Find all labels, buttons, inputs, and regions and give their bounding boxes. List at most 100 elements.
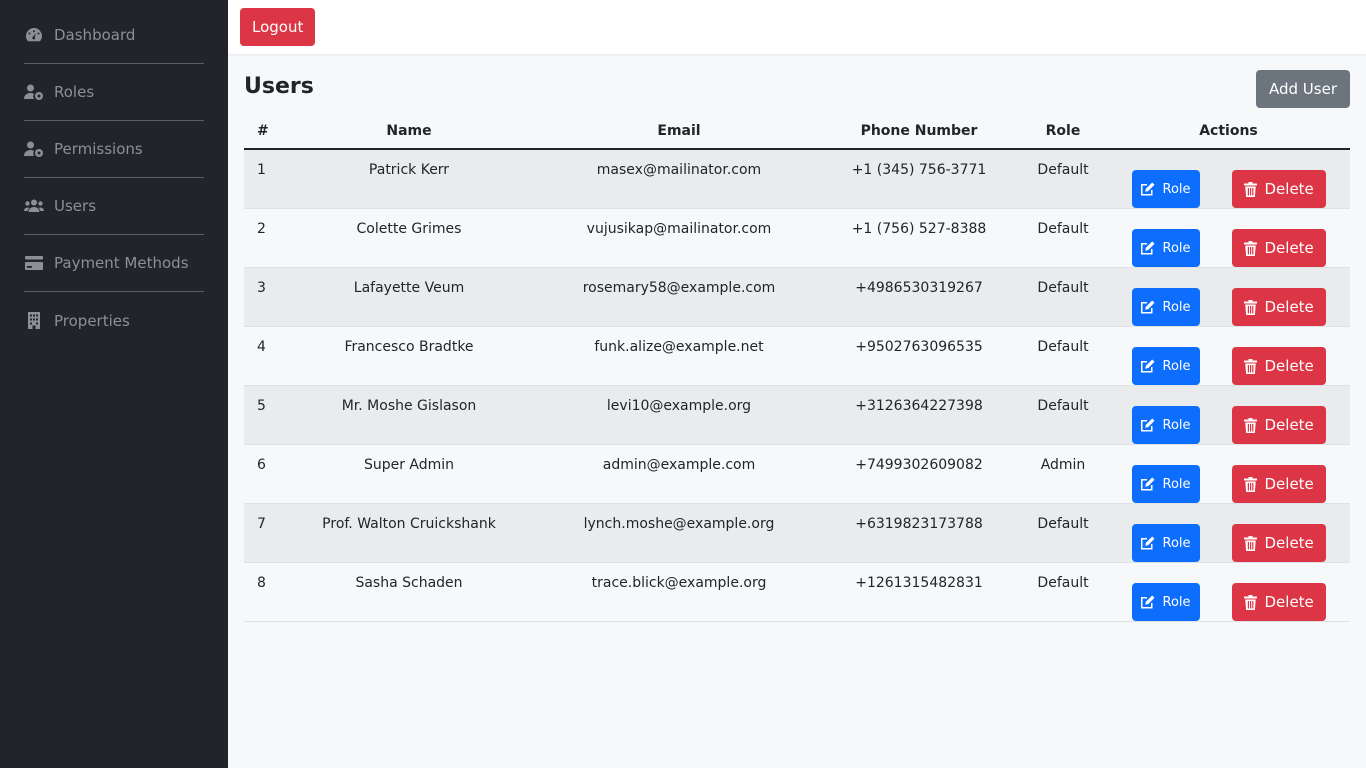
sidebar-item-label: Users xyxy=(54,197,97,215)
cell-phone: +1 (756) 527-8388 xyxy=(851,221,987,237)
delete-button-label: Delete xyxy=(1264,593,1314,611)
cell-number: 1 xyxy=(257,162,266,178)
edit-icon xyxy=(1140,477,1163,491)
edit-icon xyxy=(1140,536,1163,550)
cell-phone: +7499302609082 xyxy=(855,457,983,473)
edit-icon xyxy=(1140,300,1163,314)
trash-icon xyxy=(1243,181,1265,197)
trash-icon xyxy=(1243,299,1265,315)
cell-actions: Role Delete xyxy=(1107,445,1350,504)
delete-button[interactable]: Delete xyxy=(1231,583,1326,621)
cell-phone: +6319823173788 xyxy=(855,516,983,532)
delete-button[interactable]: Delete xyxy=(1231,229,1326,267)
table-row: 8 Sasha Schaden trace.blick@example.org +12… xyxy=(244,562,1350,622)
cell-role: Default xyxy=(1037,516,1089,532)
sidebar-item-label: Payment Methods xyxy=(54,254,189,272)
cell-role: Default xyxy=(1037,398,1089,414)
cell-role: Default xyxy=(1037,575,1089,591)
cell-email: levi10@example.org xyxy=(606,398,752,414)
edit-role-button[interactable]: Role xyxy=(1131,406,1200,444)
user-gear-icon xyxy=(24,83,44,101)
sidebar-item-properties[interactable]: Properties xyxy=(24,292,204,349)
cell-name: Lafayette Veum xyxy=(353,280,465,296)
role-button-label: Role xyxy=(1162,299,1191,315)
edit-role-button[interactable]: Role xyxy=(1131,583,1200,621)
role-button-label: Role xyxy=(1162,358,1191,374)
trash-icon xyxy=(1243,594,1265,610)
dashboard-icon xyxy=(24,26,44,44)
delete-button-label: Delete xyxy=(1264,180,1314,198)
users-table: # Name Email Phone Number Role Actions 1… xyxy=(244,114,1350,622)
edit-role-button[interactable]: Role xyxy=(1131,170,1200,208)
cell-actions: Role Delete xyxy=(1107,386,1350,445)
table-row: 3 Lafayette Veum rosemary58@example.com +49… xyxy=(244,267,1350,327)
cell-number: 5 xyxy=(257,398,266,414)
cell-number: 2 xyxy=(257,221,266,237)
trash-icon xyxy=(1243,535,1265,551)
sidebar-item-permissions[interactable]: Permissions xyxy=(24,121,204,178)
cell-role: Admin xyxy=(1040,457,1086,473)
delete-button[interactable]: Delete xyxy=(1231,524,1326,562)
cell-name: Francesco Bradtke xyxy=(344,339,474,355)
sidebar-item-label: Dashboard xyxy=(54,26,136,44)
add-user-button[interactable]: Add User xyxy=(1256,70,1350,108)
edit-role-button[interactable]: Role xyxy=(1131,288,1200,326)
role-button-label: Role xyxy=(1162,181,1191,197)
trash-icon xyxy=(1243,358,1265,374)
cell-phone: +3126364227398 xyxy=(855,398,983,414)
table-row: 1 Patrick Kerr masex@mailinator.com +1 (345… xyxy=(244,149,1350,209)
column-header-actions: Actions xyxy=(1107,114,1350,150)
delete-button[interactable]: Delete xyxy=(1231,170,1326,208)
logout-button[interactable]: Logout xyxy=(240,8,316,46)
cell-actions: Role Delete xyxy=(1107,209,1350,268)
page-title: Users xyxy=(244,74,314,99)
users-icon xyxy=(24,197,44,215)
delete-button[interactable]: Delete xyxy=(1231,406,1326,444)
user-gear-icon xyxy=(24,140,44,158)
cell-actions: Role Delete xyxy=(1107,563,1350,622)
sidebar-item-label: Properties xyxy=(54,311,130,330)
table-body: 1 Patrick Kerr masex@mailinator.com +1 (345… xyxy=(244,149,1350,622)
cell-email: vujusikap@mailinator.com xyxy=(586,221,772,237)
edit-icon xyxy=(1140,359,1163,373)
sidebar-item-users[interactable]: Users xyxy=(24,178,204,235)
delete-button[interactable]: Delete xyxy=(1231,465,1326,503)
delete-button[interactable]: Delete xyxy=(1231,347,1326,385)
sidebar-item-payment-methods[interactable]: Payment Methods xyxy=(24,235,204,292)
table-row: 5 Mr. Moshe Gislason levi10@example.org +31… xyxy=(244,385,1350,445)
cell-phone: +9502763096535 xyxy=(855,339,983,355)
column-header-number: # xyxy=(244,114,279,150)
role-button-label: Role xyxy=(1162,417,1191,433)
sidebar-item-roles[interactable]: Roles xyxy=(24,64,204,121)
cell-email: lynch.moshe@example.org xyxy=(583,516,775,532)
cell-name: Prof. Walton Cruickshank xyxy=(322,516,496,532)
delete-button[interactable]: Delete xyxy=(1231,288,1326,326)
role-button-label: Role xyxy=(1162,594,1191,610)
column-header-name: Name xyxy=(279,114,539,150)
edit-role-button[interactable]: Role xyxy=(1131,524,1200,562)
edit-role-button[interactable]: Role xyxy=(1131,465,1200,503)
cell-name: Mr. Moshe Gislason xyxy=(341,398,477,414)
table-row: 7 Prof. Walton Cruickshank lynch.moshe@exa… xyxy=(244,503,1350,563)
edit-role-button[interactable]: Role xyxy=(1131,229,1200,267)
cell-phone: +1 (345) 756-3771 xyxy=(851,162,987,178)
trash-icon xyxy=(1243,240,1265,256)
cell-email: masex@mailinator.com xyxy=(596,162,762,178)
delete-button-label: Delete xyxy=(1264,475,1314,493)
sidebar: Dashboard Roles Permissions Users Paymen… xyxy=(0,0,228,768)
trash-icon xyxy=(1243,476,1265,492)
delete-button-label: Delete xyxy=(1264,239,1314,257)
building-icon xyxy=(24,312,44,330)
cell-number: 4 xyxy=(257,339,266,355)
topbar: Logout xyxy=(228,0,1366,54)
cell-email: rosemary58@example.com xyxy=(582,280,776,296)
cell-phone: +4986530319267 xyxy=(855,280,983,296)
cell-number: 8 xyxy=(257,575,266,591)
edit-role-button[interactable]: Role xyxy=(1131,347,1200,385)
cell-name: Super Admin xyxy=(363,457,455,473)
sidebar-item-dashboard[interactable]: Dashboard xyxy=(24,7,204,64)
edit-icon xyxy=(1140,418,1163,432)
sidebar-item-label: Permissions xyxy=(54,140,143,158)
cell-email: trace.blick@example.org xyxy=(591,575,767,591)
role-button-label: Role xyxy=(1162,535,1191,551)
